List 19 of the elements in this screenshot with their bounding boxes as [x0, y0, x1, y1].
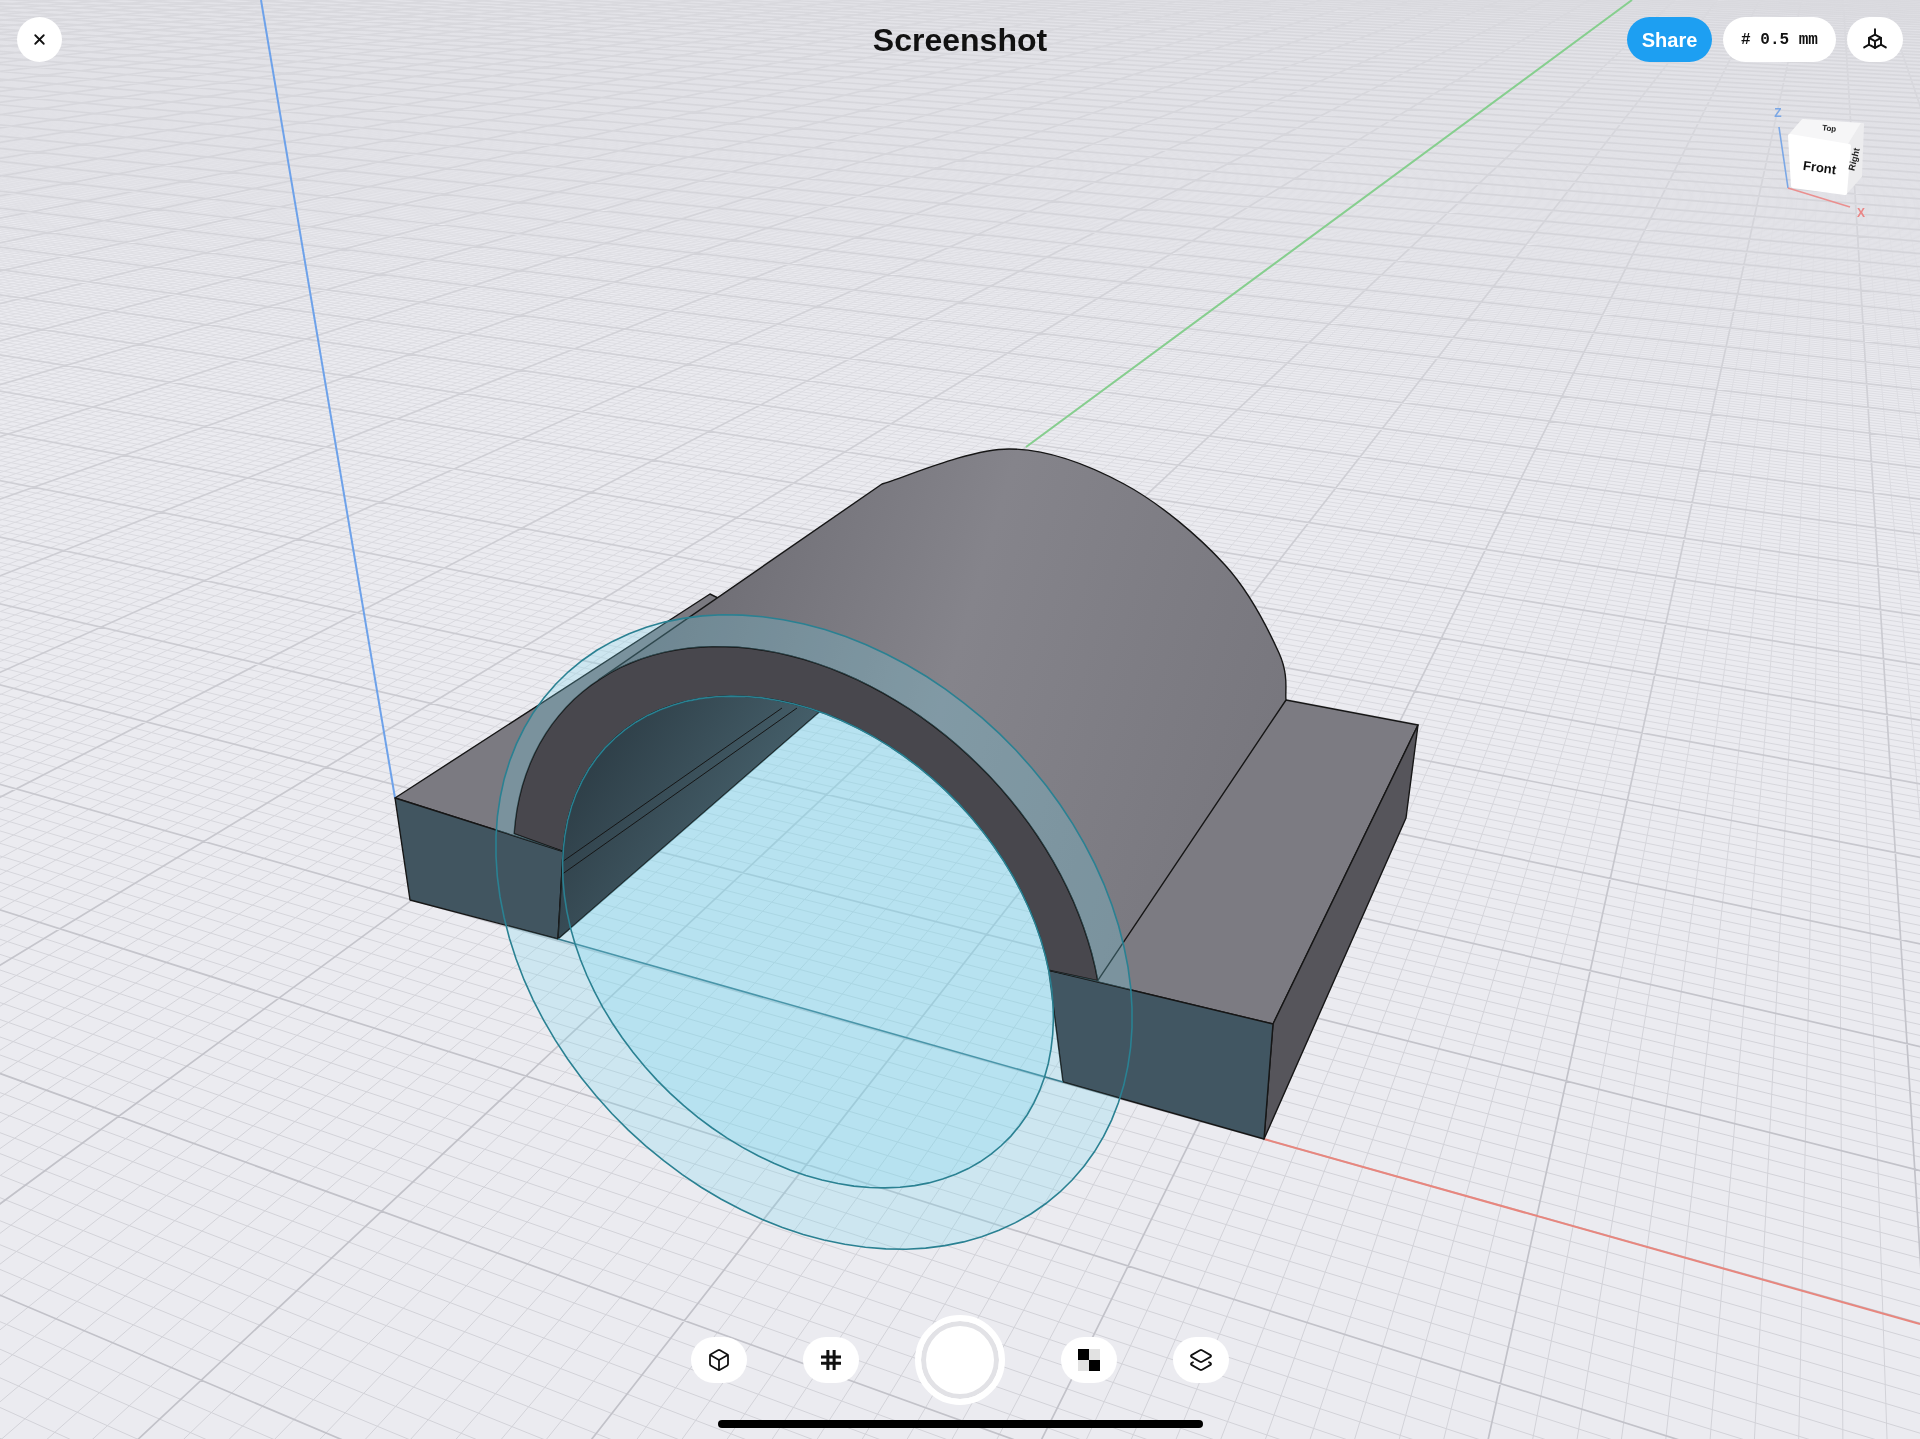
checkerboard-icon — [1078, 1349, 1100, 1371]
axis-label: Z — [1774, 106, 1782, 120]
cube-axes-icon — [1863, 27, 1887, 52]
layers-icon — [1189, 1348, 1213, 1372]
grid-icon — [821, 1350, 841, 1370]
axis-label: X — [1857, 206, 1865, 220]
cube-face-label: Right — [1846, 146, 1862, 172]
layers-button[interactable] — [1173, 1337, 1229, 1383]
z-axis-indicator — [1778, 126, 1789, 189]
cube-face-label: Top — [1821, 123, 1837, 134]
cube-face-label: Front — [1802, 157, 1838, 178]
texture-toggle-button[interactable] — [1061, 1337, 1117, 1383]
cube-icon — [707, 1348, 731, 1372]
x-axis-indicator — [1787, 187, 1851, 208]
grid-size-button[interactable]: # 0.5 mm — [1723, 17, 1836, 62]
grid-toggle-button[interactable] — [803, 1337, 859, 1383]
screen-title: Screenshot — [872, 20, 1048, 60]
close-icon — [31, 31, 48, 48]
cube-view-button[interactable] — [691, 1337, 747, 1383]
